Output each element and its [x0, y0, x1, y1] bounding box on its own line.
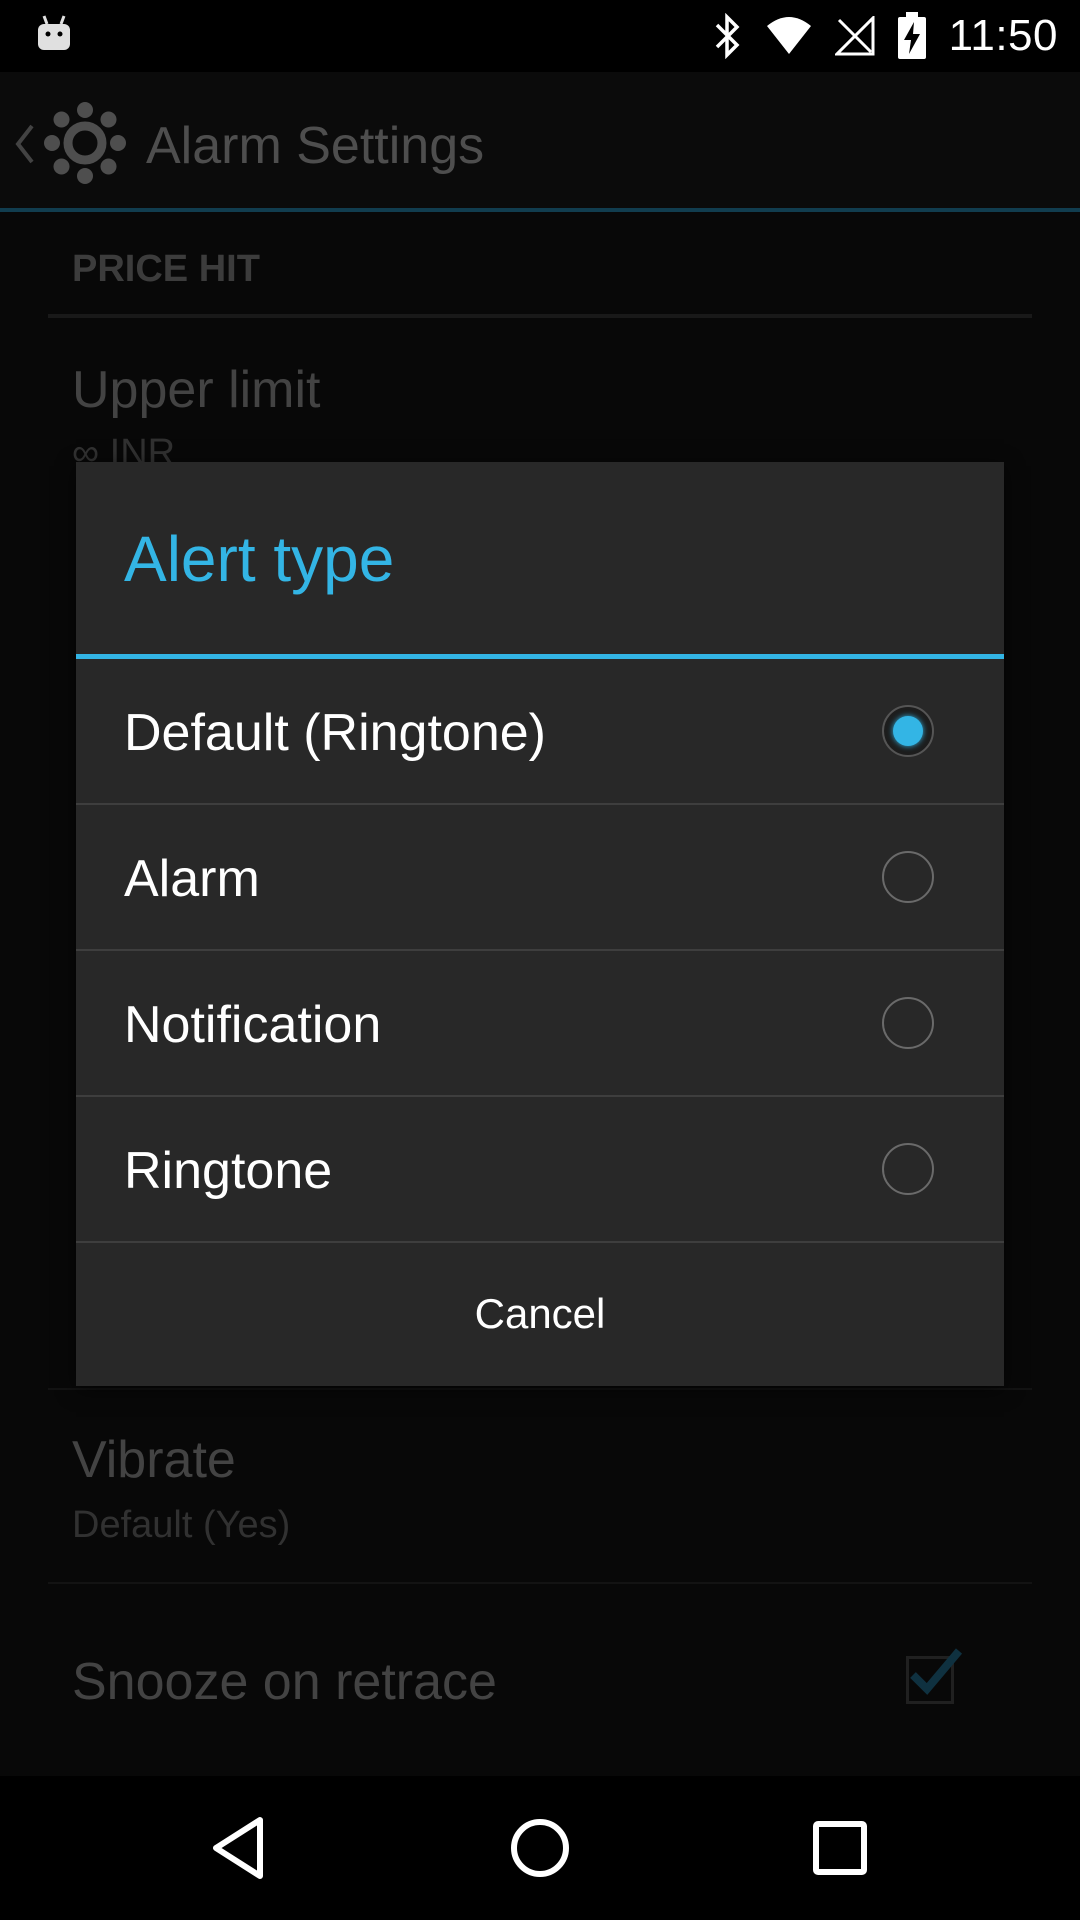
option-label: Notification: [124, 996, 382, 1054]
option-alarm[interactable]: Alarm: [76, 805, 1004, 951]
status-clock: 11:50: [948, 11, 1058, 60]
option-default-ringtone[interactable]: Default (Ringtone): [76, 659, 1004, 805]
radio-button[interactable]: [882, 851, 934, 903]
option-ringtone[interactable]: Ringtone: [76, 1097, 1004, 1243]
alert-type-dialog: Alert type Default (Ringtone) Alarm Noti…: [76, 462, 1004, 1386]
back-icon[interactable]: [204, 1812, 276, 1884]
recents-icon[interactable]: [804, 1812, 876, 1884]
option-notification[interactable]: Notification: [76, 951, 1004, 1097]
option-label: Alarm: [124, 850, 260, 908]
radio-button-selected[interactable]: [882, 705, 934, 757]
option-label: Ringtone: [124, 1142, 333, 1200]
radio-button[interactable]: [882, 997, 934, 1049]
dialog-title: Alert type: [124, 523, 395, 595]
navigation-bar: [0, 1776, 1080, 1920]
home-icon[interactable]: [504, 1812, 576, 1884]
no-sim-icon: [834, 16, 875, 56]
status-bar: 11:50: [0, 0, 1080, 72]
wifi-icon: [766, 17, 811, 54]
bluetooth-icon: [715, 13, 740, 59]
option-label: Default (Ringtone): [124, 704, 546, 762]
radio-button[interactable]: [882, 1143, 934, 1195]
android-notification-icon: [38, 15, 70, 50]
battery-charging-icon: [897, 12, 926, 59]
cancel-button[interactable]: Cancel: [76, 1242, 1004, 1386]
